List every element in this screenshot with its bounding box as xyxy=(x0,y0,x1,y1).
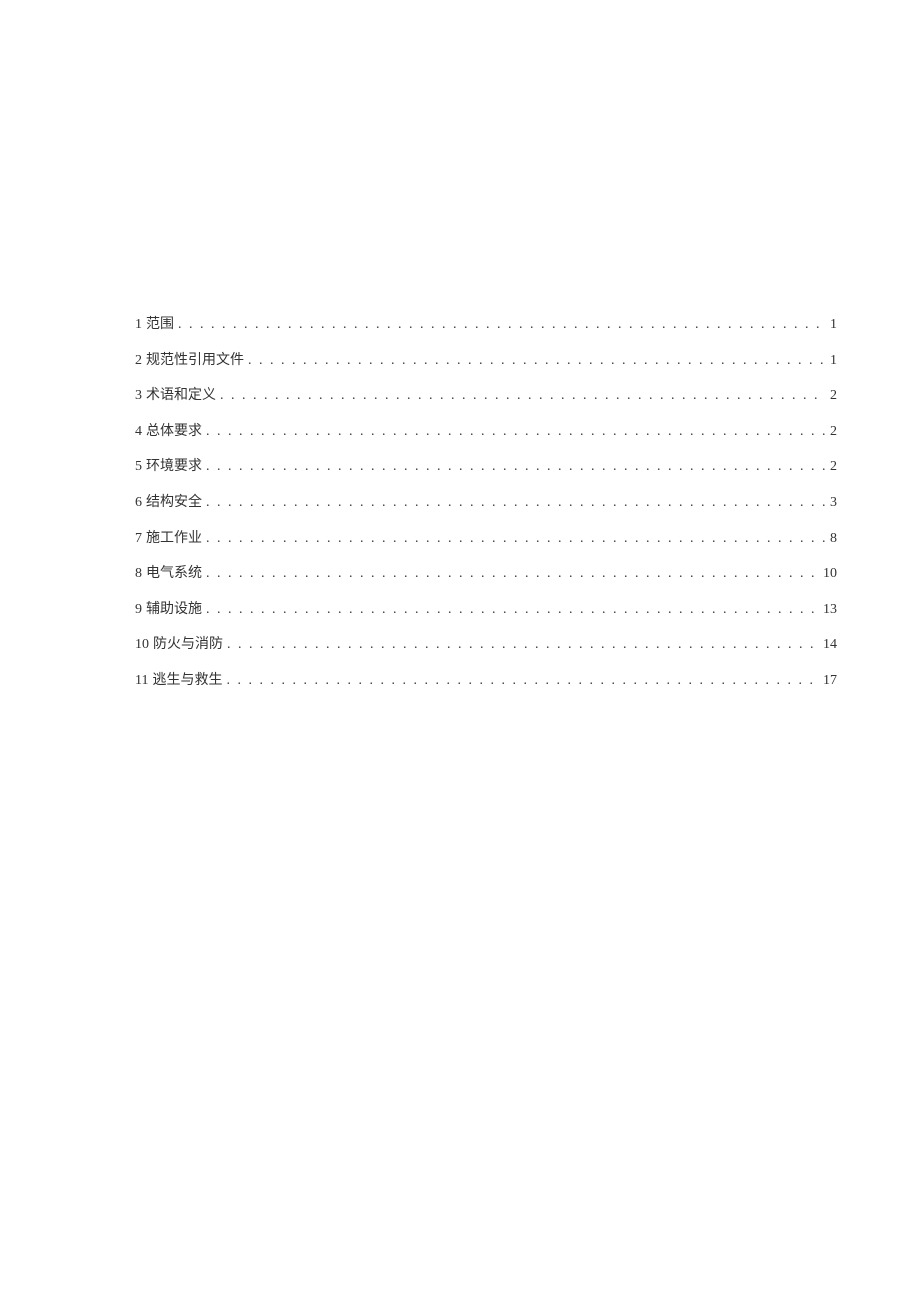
toc-entry-title: 防火与消防 xyxy=(153,635,223,655)
toc-entry: 7 施工作业 8 xyxy=(135,529,837,549)
toc-entry-title: 辅助设施 xyxy=(146,600,202,620)
toc-entry: 6 结构安全 3 xyxy=(135,493,837,513)
toc-entry-page: 17 xyxy=(823,671,837,691)
toc-entry-number: 5 xyxy=(135,457,142,477)
toc-entry-title: 逃生与救生 xyxy=(152,671,222,691)
toc-entry-title: 术语和定义 xyxy=(146,386,216,406)
toc-entry: 11 逃生与救生 17 xyxy=(135,671,837,691)
toc-entry-page: 1 xyxy=(830,315,837,335)
toc-entry-number: 6 xyxy=(135,493,142,513)
toc-entry-number: 10 xyxy=(135,635,149,655)
toc-entry-number: 2 xyxy=(135,351,142,371)
toc-dots xyxy=(227,635,819,655)
toc-entry-number: 11 xyxy=(135,671,148,691)
toc-entry-title: 结构安全 xyxy=(146,493,202,513)
toc-entry-number: 8 xyxy=(135,564,142,584)
toc-entry: 8 电气系统 10 xyxy=(135,564,837,584)
toc-entry-page: 13 xyxy=(823,600,837,620)
toc-dots xyxy=(206,564,819,584)
toc-entry-title: 施工作业 xyxy=(146,529,202,549)
table-of-contents: 1 范围 1 2 规范性引用文件 1 3 术语和定义 2 4 总体要求 2 5 … xyxy=(135,315,837,707)
toc-entry-page: 10 xyxy=(823,564,837,584)
toc-entry-title: 规范性引用文件 xyxy=(146,351,244,371)
toc-entry: 9 辅助设施 13 xyxy=(135,600,837,620)
toc-entry: 1 范围 1 xyxy=(135,315,837,335)
toc-entry-page: 1 xyxy=(830,351,837,371)
toc-entry: 2 规范性引用文件 1 xyxy=(135,351,837,371)
toc-entry-page: 8 xyxy=(830,529,837,549)
toc-dots xyxy=(206,529,826,549)
toc-entry-page: 14 xyxy=(823,635,837,655)
toc-entry-number: 1 xyxy=(135,315,142,335)
toc-entry: 10 防火与消防 14 xyxy=(135,635,837,655)
toc-entry: 3 术语和定义 2 xyxy=(135,386,837,406)
toc-entry-number: 4 xyxy=(135,422,142,442)
toc-dots xyxy=(206,493,826,513)
toc-dots xyxy=(220,386,826,406)
toc-dots xyxy=(206,422,826,442)
toc-dots xyxy=(226,671,819,691)
toc-entry-page: 2 xyxy=(830,457,837,477)
toc-dots xyxy=(178,315,826,335)
toc-dots xyxy=(206,600,819,620)
toc-entry-number: 9 xyxy=(135,600,142,620)
toc-entry: 5 环境要求 2 xyxy=(135,457,837,477)
toc-entry: 4 总体要求 2 xyxy=(135,422,837,442)
toc-entry-number: 3 xyxy=(135,386,142,406)
toc-entry-page: 3 xyxy=(830,493,837,513)
toc-entry-title: 范围 xyxy=(146,315,174,335)
toc-dots xyxy=(248,351,826,371)
toc-entry-number: 7 xyxy=(135,529,142,549)
toc-entry-title: 环境要求 xyxy=(146,457,202,477)
toc-entry-title: 总体要求 xyxy=(146,422,202,442)
toc-entry-title: 电气系统 xyxy=(146,564,202,584)
toc-entry-page: 2 xyxy=(830,386,837,406)
toc-entry-page: 2 xyxy=(830,422,837,442)
toc-dots xyxy=(206,457,826,477)
